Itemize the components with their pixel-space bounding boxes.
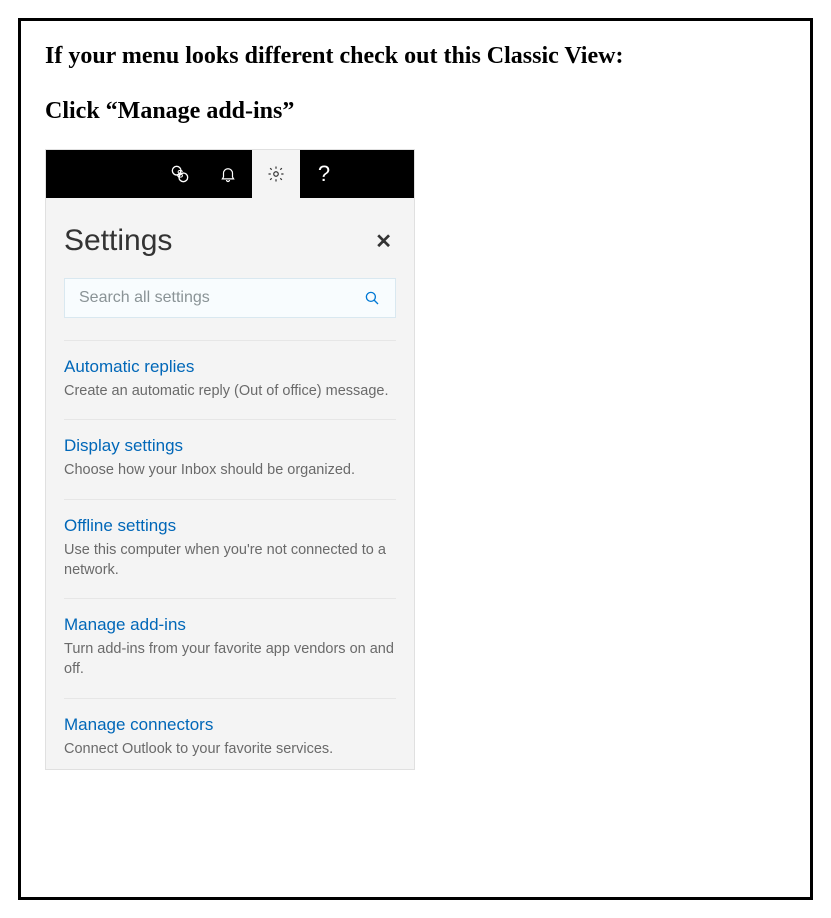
setting-title: Offline settings xyxy=(64,516,396,536)
search-icon xyxy=(363,289,381,307)
setting-manage-connectors[interactable]: Manage connectors Connect Outlook to you… xyxy=(64,698,396,769)
setting-display-settings[interactable]: Display settings Choose how your Inbox s… xyxy=(64,419,396,498)
notifications-button[interactable] xyxy=(204,150,252,198)
close-button[interactable]: ✕ xyxy=(371,225,396,258)
setting-manage-add-ins[interactable]: Manage add-ins Turn add-ins from your fa… xyxy=(64,598,396,698)
doc-heading: If your menu looks different check out t… xyxy=(45,43,786,70)
setting-desc: Connect Outlook to your favorite service… xyxy=(64,739,396,759)
topbar: ? xyxy=(46,150,414,198)
bell-icon xyxy=(219,165,237,183)
setting-desc: Turn add-ins from your favorite app vend… xyxy=(64,639,396,680)
setting-offline-settings[interactable]: Offline settings Use this computer when … xyxy=(64,499,396,599)
settings-panel: Settings ✕ Search all settings Automatic… xyxy=(46,198,414,769)
setting-desc: Use this computer when you're not connec… xyxy=(64,540,396,581)
setting-title: Manage connectors xyxy=(64,715,396,735)
panel-title: Settings xyxy=(64,224,172,258)
setting-desc: Choose how your Inbox should be organize… xyxy=(64,460,396,480)
help-button[interactable]: ? xyxy=(300,150,348,198)
setting-automatic-replies[interactable]: Automatic replies Create an automatic re… xyxy=(64,340,396,419)
setting-title: Automatic replies xyxy=(64,357,396,377)
skype-icon xyxy=(170,164,190,184)
panel-header: Settings ✕ xyxy=(64,224,396,258)
gear-icon xyxy=(267,165,285,183)
search-placeholder: Search all settings xyxy=(79,289,210,307)
setting-title: Manage add-ins xyxy=(64,615,396,635)
setting-title: Display settings xyxy=(64,436,396,456)
skype-button[interactable] xyxy=(156,150,204,198)
search-input[interactable]: Search all settings xyxy=(64,278,396,318)
document-frame: If your menu looks different check out t… xyxy=(18,18,813,900)
close-icon: ✕ xyxy=(375,231,392,253)
settings-button[interactable] xyxy=(252,150,300,198)
question-icon: ? xyxy=(318,161,330,187)
settings-screenshot: ? Settings ✕ Search all settings xyxy=(45,149,415,770)
doc-subheading: Click “Manage add-ins” xyxy=(45,98,786,125)
setting-desc: Create an automatic reply (Out of office… xyxy=(64,381,396,401)
